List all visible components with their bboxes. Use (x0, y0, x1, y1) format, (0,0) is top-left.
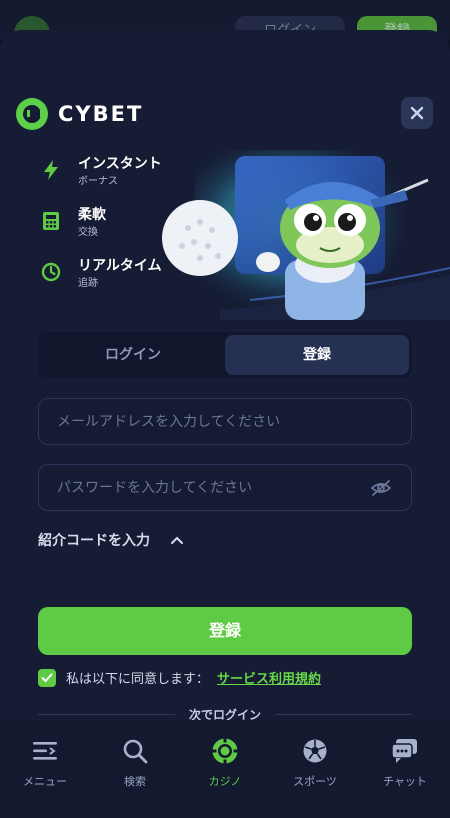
social-login-divider: 次でログイン (38, 706, 413, 720)
clock-icon (40, 261, 62, 283)
divider-line (38, 714, 175, 715)
referral-code-toggle[interactable]: 紹介コードを入力 (38, 530, 184, 550)
close-icon (410, 106, 424, 120)
promo-features: インスタント ボーナス 柔軟 交換 リアルタイム 追跡 (40, 155, 162, 308)
password-field[interactable] (57, 479, 369, 496)
check-icon (41, 673, 53, 682)
nav-label: カジノ (208, 775, 242, 788)
nav-label: 検索 (124, 775, 146, 788)
feature-title: リアルタイム (78, 258, 162, 274)
password-field-container (38, 464, 412, 511)
terms-of-service-link[interactable]: サービス利用規約 (217, 668, 321, 687)
tab-login[interactable]: ログイン (41, 335, 225, 375)
nav-casino[interactable]: カジノ (185, 737, 265, 818)
register-submit-button[interactable]: 登録 (38, 607, 412, 655)
brand-logo-icon (16, 98, 48, 130)
eye-off-icon (370, 479, 392, 496)
search-icon (121, 737, 149, 765)
feature-title: インスタント (78, 156, 162, 172)
chevron-up-icon (170, 535, 184, 545)
nav-label: チャット (383, 775, 427, 788)
soccer-ball-icon (301, 737, 329, 765)
feature-subtitle: ボーナス (78, 176, 118, 187)
signup-modal: CYBET インスタント ボーナス 柔軟 交換 リアルタイム 追跡 ログイン 登… (0, 30, 450, 720)
nav-menu[interactable]: メニュー (5, 737, 85, 818)
auth-tabs: ログイン 登録 (38, 332, 412, 378)
calculator-icon (40, 210, 62, 232)
casino-chip-icon (211, 737, 239, 765)
referral-label: 紹介コードを入力 (38, 533, 150, 549)
terms-agreement: 私は以下に同意します： サービス利用規約 (38, 668, 321, 687)
brand-name: CYBET (58, 102, 144, 126)
tab-register[interactable]: 登録 (225, 335, 409, 375)
email-field[interactable] (57, 413, 393, 430)
nav-sports[interactable]: スポーツ (275, 737, 355, 818)
agree-checkbox[interactable] (38, 668, 56, 687)
lightning-icon (40, 159, 62, 181)
feature-title: 柔軟 (78, 207, 106, 223)
feature-flexible-exchange: 柔軟 交換 (40, 206, 162, 240)
divider-text: 次でログイン (189, 708, 262, 720)
bottom-navigation: メニュー 検索 カジノ スポーツ チャット (0, 720, 450, 818)
menu-icon (31, 737, 59, 765)
nav-label: スポーツ (293, 775, 337, 788)
toggle-password-visibility-button[interactable] (369, 476, 393, 500)
close-button[interactable] (401, 97, 433, 129)
brand: CYBET (16, 98, 143, 130)
nav-chat[interactable]: チャット (365, 737, 445, 818)
feature-instant-bonus: インスタント ボーナス (40, 155, 162, 189)
email-field-container (38, 398, 412, 445)
feature-subtitle: 追跡 (78, 278, 98, 289)
chat-icon (391, 737, 419, 765)
divider-line (275, 714, 413, 715)
promo-illustration (160, 150, 450, 320)
feature-subtitle: 交換 (78, 227, 98, 238)
nav-label: メニュー (23, 775, 67, 788)
feature-realtime-tracking: リアルタイム 追跡 (40, 257, 162, 291)
agree-text: 私は以下に同意します： (66, 672, 210, 687)
nav-search[interactable]: 検索 (95, 737, 175, 818)
